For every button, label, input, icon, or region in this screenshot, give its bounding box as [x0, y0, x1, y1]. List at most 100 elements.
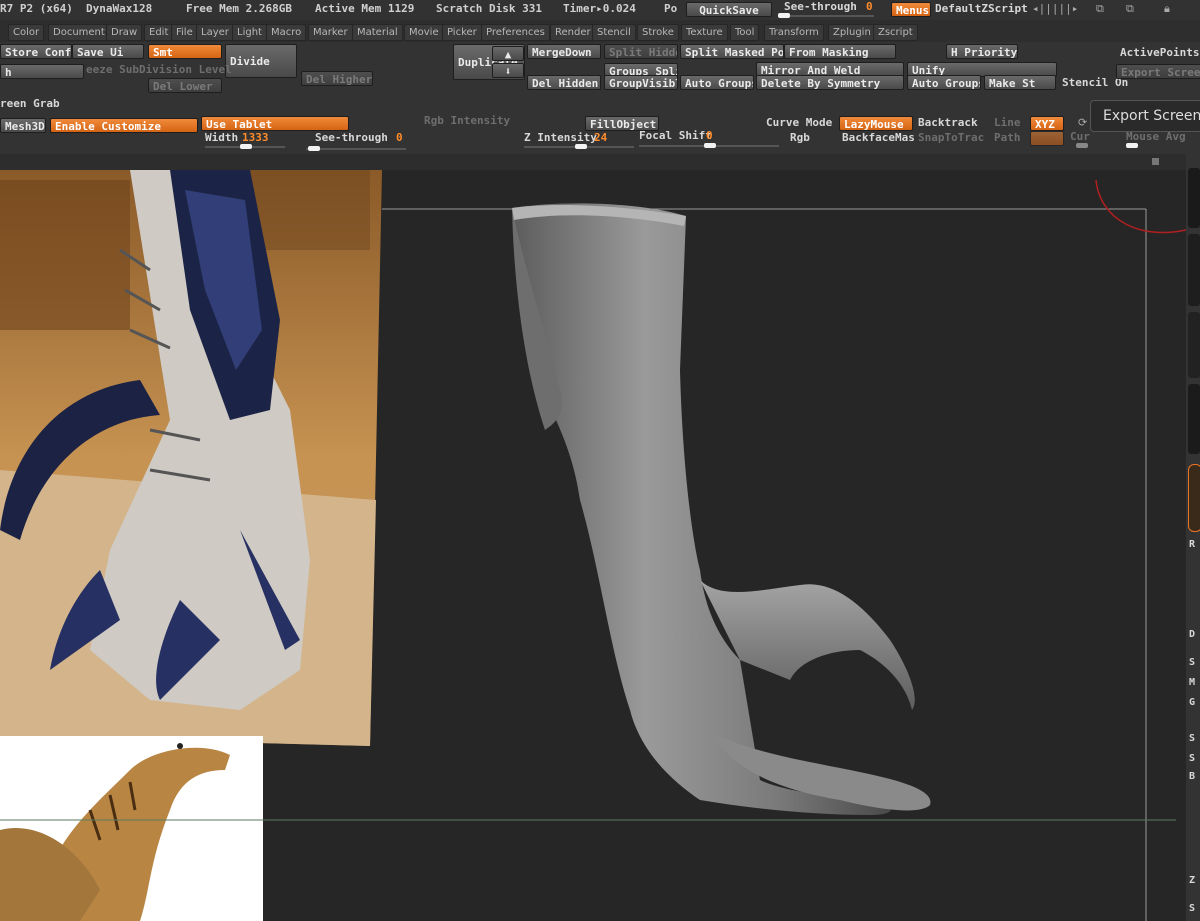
width-knob[interactable] — [240, 144, 252, 149]
menu-file[interactable]: File — [171, 24, 198, 41]
menu-stroke[interactable]: Stroke — [637, 24, 679, 41]
auto-groups-button[interactable]: Auto Groups — [680, 75, 754, 90]
right-btn-s3[interactable]: S — [1189, 752, 1195, 766]
curve-mode-label[interactable]: Curve Mode — [766, 116, 832, 130]
menu-layer[interactable]: Layer — [196, 24, 234, 41]
from-masking-label: From Masking — [789, 46, 869, 59]
del-higher-button[interactable]: Del Higher — [301, 71, 373, 86]
menu-transform[interactable]: Transform — [764, 24, 824, 41]
from-masking-button[interactable]: From Masking — [784, 44, 896, 59]
right-btn-r[interactable]: R — [1189, 538, 1195, 552]
mouse-avg-knob[interactable] — [1126, 143, 1138, 148]
right-panel-thumb-3[interactable] — [1188, 312, 1200, 378]
merge-down-button[interactable]: MergeDown — [527, 44, 601, 59]
rgb-intensity-label[interactable]: Rgb Intensity — [424, 114, 510, 128]
symmetry-icon[interactable]: ⟳ — [1078, 116, 1087, 130]
xyz-label: XYZ — [1035, 118, 1055, 131]
snap-to-track-label[interactable]: SnapToTrac — [918, 131, 984, 145]
lazy-mouse-button[interactable]: LazyMouse — [839, 116, 913, 131]
export-screen-small-button[interactable]: Export Screen — [1116, 64, 1200, 79]
auto-groups-label: Auto Groups — [685, 77, 754, 90]
backtrack-label[interactable]: Backtrack — [918, 116, 978, 130]
store-config-button[interactable]: Store Config — [0, 44, 72, 59]
menu-edit[interactable]: Edit — [144, 24, 174, 41]
make-st-button[interactable]: Make St — [984, 75, 1056, 90]
menu-zplugin[interactable]: Zplugin — [828, 24, 876, 41]
see-through-knob-top[interactable] — [778, 13, 790, 18]
mesh3d-label: Mesh3D — [5, 120, 45, 133]
quicksave-button[interactable]: QuickSave — [686, 2, 772, 17]
menus-button[interactable]: Menus — [891, 2, 931, 17]
path-label[interactable]: Path — [994, 131, 1021, 145]
mesh3d-button[interactable]: Mesh3D — [0, 118, 46, 133]
menu-macro[interactable]: Macro — [266, 24, 307, 41]
menu-picker[interactable]: Picker — [442, 24, 482, 41]
right-btn-m[interactable]: M — [1189, 676, 1195, 690]
window-restore-icon[interactable]: ⧉ — [1096, 2, 1104, 16]
split-masked-button[interactable]: Split Masked Points — [680, 44, 784, 59]
menu-document[interactable]: Document — [48, 24, 110, 41]
split-hidden-button[interactable]: Split Hidden — [604, 44, 678, 59]
menu-texture[interactable]: Texture — [681, 24, 728, 41]
see-through-knob[interactable] — [308, 146, 320, 151]
right-btn-z[interactable]: Z — [1189, 874, 1195, 888]
export-screen-tooltip[interactable]: Export Screen — [1090, 100, 1200, 132]
menu-movie[interactable]: Movie — [404, 24, 444, 41]
right-panel-orange-circle[interactable] — [1188, 464, 1200, 532]
menu-draw[interactable]: Draw — [106, 24, 143, 41]
window-tile-icon[interactable]: ⧉ — [1126, 2, 1134, 16]
see-through-slider-top[interactable] — [778, 15, 874, 17]
smt-button[interactable]: Smt — [148, 44, 222, 59]
canvas[interactable] — [0, 170, 1186, 921]
use-tablet-button[interactable]: Use Tablet — [201, 116, 349, 131]
backface-mask-label[interactable]: BackfaceMas — [842, 131, 915, 145]
del-higher-label: Del Higher — [306, 73, 373, 86]
move-up-button[interactable]: ▲ — [492, 46, 524, 61]
auto-groups-button-2[interactable]: Auto Groups — [907, 75, 981, 90]
menu-preferences[interactable]: Preferences — [481, 24, 550, 41]
default-zscript[interactable]: DefaultZScript — [935, 2, 1028, 16]
right-btn-s1[interactable]: S — [1189, 656, 1195, 670]
menu-light[interactable]: Light — [232, 24, 267, 41]
scroll-arrows-icon[interactable]: ◂|||||▸ — [1032, 2, 1078, 16]
del-hidden-button[interactable]: Del Hidden — [527, 75, 601, 90]
del-lower-button[interactable]: Del Lower — [148, 78, 222, 93]
xyz-sub-button[interactable] — [1030, 131, 1064, 146]
poly-count: Po — [664, 2, 678, 15]
move-down-button[interactable]: ⬇ — [492, 63, 524, 78]
cur-knob[interactable] — [1076, 143, 1088, 148]
h-priority-button[interactable]: H Priority — [946, 44, 1018, 59]
menu-render[interactable]: Render — [550, 24, 596, 41]
right-btn-s4[interactable]: S — [1189, 902, 1195, 916]
right-btn-s2[interactable]: S — [1189, 732, 1195, 746]
right-btn-g[interactable]: G — [1189, 696, 1195, 710]
right-panel-thumb-2[interactable] — [1188, 234, 1200, 306]
menu-marker[interactable]: Marker — [308, 24, 353, 41]
green-grab-label[interactable]: reen Grab — [0, 97, 60, 111]
divide-button[interactable]: Divide — [225, 44, 297, 78]
menu-material[interactable]: Material — [352, 24, 403, 41]
h-field[interactable]: h — [0, 64, 84, 79]
rgb-label[interactable]: Rgb — [790, 131, 810, 145]
group-visible-button[interactable]: GroupVisible — [604, 75, 678, 90]
freeze-subdiv-label[interactable]: eeze SubDivision Level — [86, 63, 232, 77]
see-through-slider[interactable] — [306, 148, 406, 150]
right-btn-d[interactable]: D — [1189, 628, 1195, 642]
menu-stencil[interactable]: Stencil — [592, 24, 636, 41]
xyz-button[interactable]: XYZ — [1030, 116, 1064, 131]
menu-tool[interactable]: Tool — [730, 24, 760, 41]
right-panel-thumb-1[interactable] — [1188, 168, 1200, 228]
lock-icon[interactable]: 🔒︎ — [1164, 2, 1170, 16]
save-ui-button[interactable]: Save Ui — [72, 44, 144, 59]
right-panel-thumb-4[interactable] — [1188, 384, 1200, 454]
z-intensity-knob[interactable] — [575, 144, 587, 149]
delete-symmetry-button[interactable]: Delete By Symmetry — [756, 75, 904, 90]
focal-shift-knob[interactable] — [704, 143, 716, 148]
menu-color[interactable]: Color — [8, 24, 45, 41]
scratch-disk: Scratch Disk 331 — [436, 2, 542, 15]
line-label[interactable]: Line — [994, 116, 1021, 130]
right-btn-b[interactable]: B — [1189, 770, 1195, 784]
menu-zscript[interactable]: Zscript — [873, 24, 918, 41]
enable-customize-button[interactable]: Enable Customize — [50, 118, 198, 133]
del-hidden-label: Del Hidden — [532, 77, 599, 90]
